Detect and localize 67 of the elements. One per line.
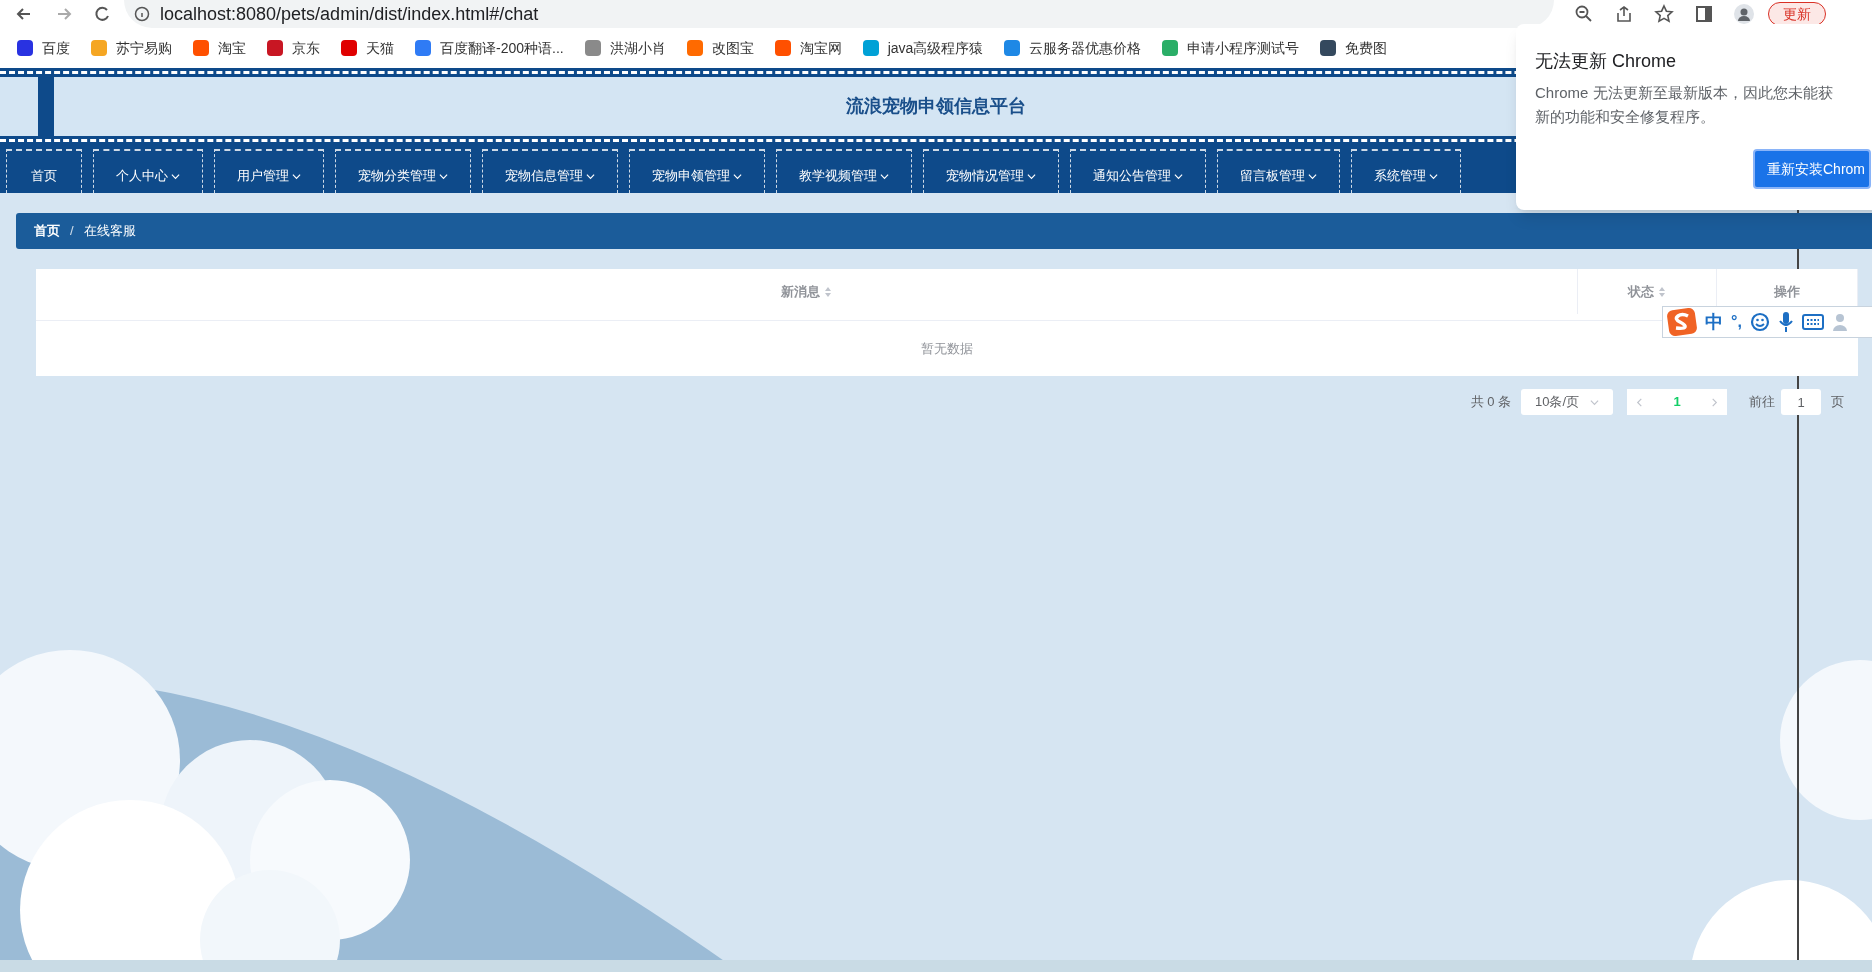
bookmark-link[interactable]: 洪湖小肖 <box>609 37 666 59</box>
goto-label: 前往 <box>1749 393 1775 412</box>
sogou-logo-icon[interactable] <box>1667 307 1697 337</box>
chevron-down-icon <box>1308 171 1317 181</box>
microphone-icon[interactable] <box>1777 311 1794 333</box>
bookmark-link[interactable]: 申请小程序测试号 <box>1187 37 1300 59</box>
profile-icon[interactable] <box>1734 4 1754 24</box>
nav-menu-item[interactable]: 宠物申领管理 <box>629 149 765 193</box>
site-icon[interactable] <box>1319 39 1338 57</box>
site-icon[interactable] <box>340 39 358 57</box>
bookmark-link[interactable]: 天猫 <box>366 37 394 59</box>
nav-menu-item[interactable]: 宠物情况管理 <box>923 149 1059 193</box>
breadcrumb-link[interactable]: 首页 <box>34 221 60 241</box>
page-input[interactable]: 1 <box>1781 389 1821 415</box>
header-accent-bar <box>38 77 54 136</box>
bookmark-link[interactable]: 百度翻译-200种语... <box>440 37 564 59</box>
chevron-down-icon <box>586 171 595 181</box>
chevron-down-icon <box>1174 171 1183 181</box>
breadcrumb-separator: / <box>70 222 74 241</box>
chevron-down-icon <box>880 171 889 181</box>
keyboard-icon[interactable] <box>1801 314 1824 330</box>
empty-text: 暂无数据 <box>921 339 973 358</box>
page-size-select[interactable]: 10条/页 <box>1521 389 1613 415</box>
site-icon[interactable] <box>16 39 34 57</box>
reload-icon[interactable] <box>92 4 112 24</box>
chevron-down-icon <box>1027 171 1036 181</box>
nav-menu-item[interactable]: 通知公告管理 <box>1070 149 1206 193</box>
bookmark-link[interactable]: 改图宝 <box>711 37 754 59</box>
popup-message: Chrome 无法更新至最新版本，因此您未能获 新的功能和安全修复程序。 <box>1535 83 1834 127</box>
side-panel-icon[interactable] <box>1694 4 1714 24</box>
nav-menu-item[interactable]: 个人中心 <box>93 149 203 193</box>
popup-title: 无法更新 Chrome <box>1535 50 1678 73</box>
share-icon[interactable] <box>1614 4 1634 24</box>
nav-menu-item[interactable]: 留言板管理 <box>1217 149 1340 193</box>
bookmark-link[interactable]: 云服务器优惠价格 <box>1029 37 1142 59</box>
chevron-down-icon <box>292 171 301 181</box>
info-icon[interactable] <box>134 6 150 22</box>
star-icon[interactable] <box>1654 4 1674 24</box>
site-title: 流浪宠物申领信息平台 <box>846 95 1026 118</box>
bookmark-link[interactable]: 苏宁易购 <box>116 37 172 59</box>
total-count: 共 0 条 <box>1470 393 1511 412</box>
nav-menu-item[interactable]: 宠物信息管理 <box>482 149 618 193</box>
bookmark-link[interactable]: 免费图 <box>1345 37 1388 59</box>
bookmark-link[interactable]: 淘宝网 <box>799 37 842 59</box>
nav-menu-item[interactable]: 教学视频管理 <box>776 149 912 193</box>
bookmark-link[interactable]: 淘宝 <box>218 37 246 59</box>
site-icon[interactable] <box>414 39 432 57</box>
site-icon[interactable] <box>266 39 284 57</box>
chevron-down-icon <box>171 171 180 181</box>
chevron-down-icon <box>733 171 742 181</box>
zoom-icon[interactable] <box>1574 4 1594 24</box>
nav-menu-item[interactable]: 首页 <box>6 149 82 193</box>
page-suffix: 页 <box>1831 393 1844 412</box>
chevron-down-icon <box>1429 171 1438 181</box>
address-bar[interactable]: localhost:8080/pets/admin/dist/index.html#/chat <box>124 0 1554 28</box>
reinstall-button[interactable]: 重新安装Chrom <box>1753 149 1871 189</box>
nav-menu-item[interactable]: 用户管理 <box>214 149 324 193</box>
chevron-down-icon <box>439 171 448 181</box>
nav-menu-item[interactable]: 宠物分类管理 <box>335 149 471 193</box>
nav-menu-item[interactable]: 系统管理 <box>1351 149 1461 193</box>
chevron-down-icon <box>1590 397 1599 407</box>
bookmark-link[interactable]: java高级程序猿 <box>887 37 984 59</box>
smiley-icon[interactable] <box>1749 312 1770 332</box>
update-button[interactable]: 更新 <box>1768 2 1826 26</box>
bookmark-link[interactable]: 京东 <box>292 37 320 59</box>
url-text: localhost:8080/pets/admin/dist/index.html#/chat <box>160 4 539 24</box>
bookmark-link[interactable]: 百度 <box>42 37 70 59</box>
